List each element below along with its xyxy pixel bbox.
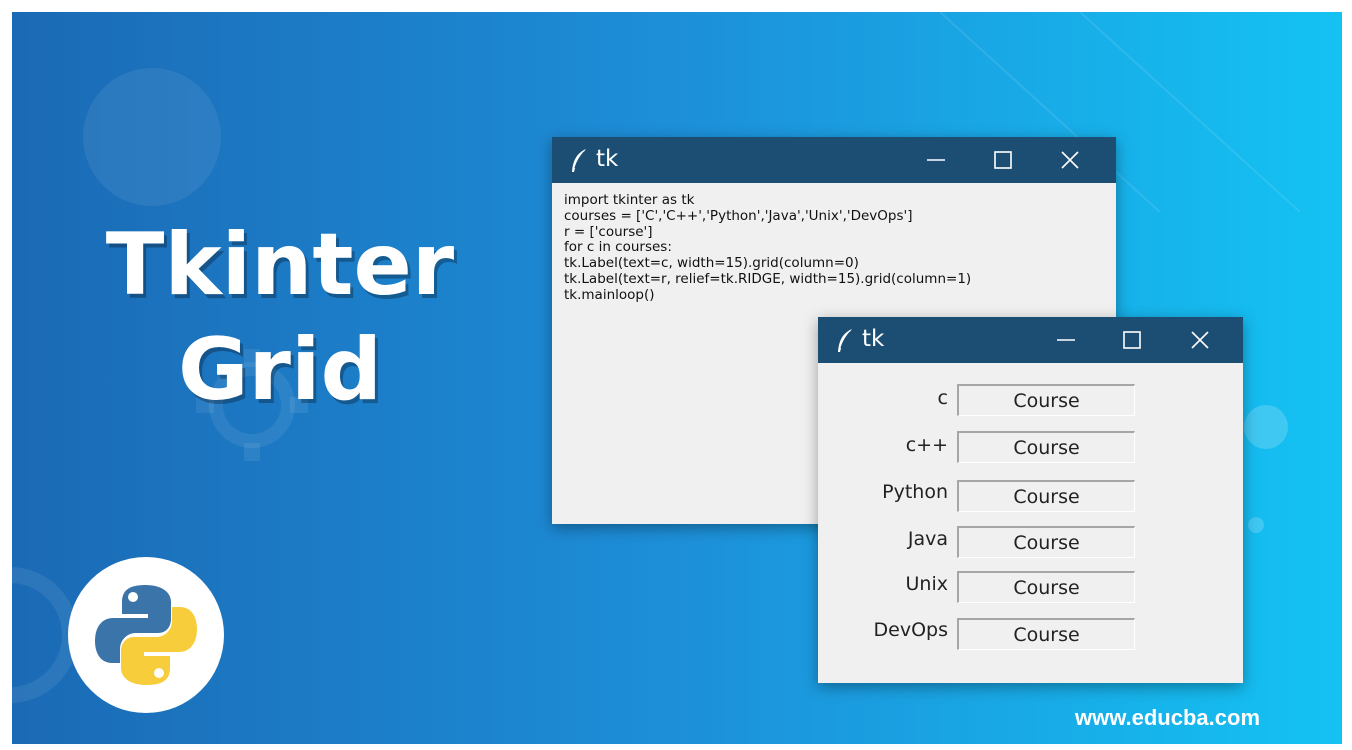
grid-row-label: Python bbox=[882, 481, 948, 503]
background-circle bbox=[1248, 517, 1264, 533]
close-button[interactable] bbox=[1050, 145, 1090, 175]
minimize-icon bbox=[1057, 339, 1075, 341]
code-line: import tkinter as tk bbox=[564, 192, 695, 208]
close-icon bbox=[1061, 151, 1079, 169]
code-line: tk.Label(text=r, relief=tk.RIDGE, width=… bbox=[564, 270, 972, 287]
grid-row-label: DevOps bbox=[873, 619, 948, 641]
minimize-icon bbox=[927, 159, 945, 161]
grid-row-cell: Course bbox=[957, 618, 1135, 650]
maximize-button[interactable] bbox=[1112, 325, 1152, 355]
grid-row-label: Java bbox=[907, 528, 948, 550]
frame-border bbox=[1342, 0, 1352, 750]
code-line: tk.mainloop() bbox=[564, 286, 655, 303]
grid-row-cell: Course bbox=[957, 480, 1135, 512]
python-logo-icon bbox=[68, 557, 224, 713]
grid-row-cell: Course bbox=[957, 571, 1135, 603]
feather-icon bbox=[838, 329, 852, 352]
maximize-button[interactable] bbox=[983, 145, 1023, 175]
page-title-line2: Grid bbox=[177, 320, 383, 420]
grid-row-label: c++ bbox=[905, 434, 948, 456]
code-line: courses = ['C','C++','Python','Java','Un… bbox=[564, 207, 913, 224]
page-title-line1: Tkinter bbox=[105, 215, 455, 315]
grid-row-cell: Course bbox=[957, 384, 1135, 416]
background-circle bbox=[83, 68, 221, 206]
maximize-icon bbox=[1123, 331, 1141, 349]
close-button[interactable] bbox=[1180, 325, 1220, 355]
grid-window: tk c Course c++ Course Python Course Jav… bbox=[818, 317, 1243, 683]
frame-border bbox=[0, 0, 12, 750]
window-title: tk bbox=[862, 326, 885, 352]
grid-row-cell: Course bbox=[957, 431, 1135, 463]
grid-row-label: Unix bbox=[905, 573, 948, 595]
maximize-icon bbox=[994, 151, 1012, 169]
feather-icon bbox=[572, 149, 586, 172]
background-circle bbox=[1244, 405, 1288, 449]
close-icon bbox=[1191, 331, 1209, 349]
frame-border bbox=[0, 744, 1352, 750]
website-url: www.educba.com bbox=[1075, 705, 1261, 730]
code-listing: import tkinter as tk courses = ['C','C++'… bbox=[564, 192, 972, 304]
grid-row-cell: Course bbox=[957, 526, 1135, 558]
frame-border bbox=[0, 0, 1352, 12]
minimize-button[interactable] bbox=[1046, 325, 1086, 355]
window-title: tk bbox=[596, 146, 619, 172]
banner: Tkinter Grid www.educba.com tk import tk… bbox=[0, 0, 1352, 750]
minimize-button[interactable] bbox=[916, 145, 956, 175]
grid-row-label: c bbox=[937, 387, 948, 409]
code-line: tk.Label(text=c, width=15).grid(column=0… bbox=[564, 255, 859, 272]
code-line: for c in courses: bbox=[564, 239, 672, 256]
window-titlebar[interactable]: tk bbox=[818, 317, 1243, 363]
window-titlebar[interactable]: tk bbox=[552, 137, 1116, 183]
code-line: r = ['course'] bbox=[564, 223, 653, 240]
